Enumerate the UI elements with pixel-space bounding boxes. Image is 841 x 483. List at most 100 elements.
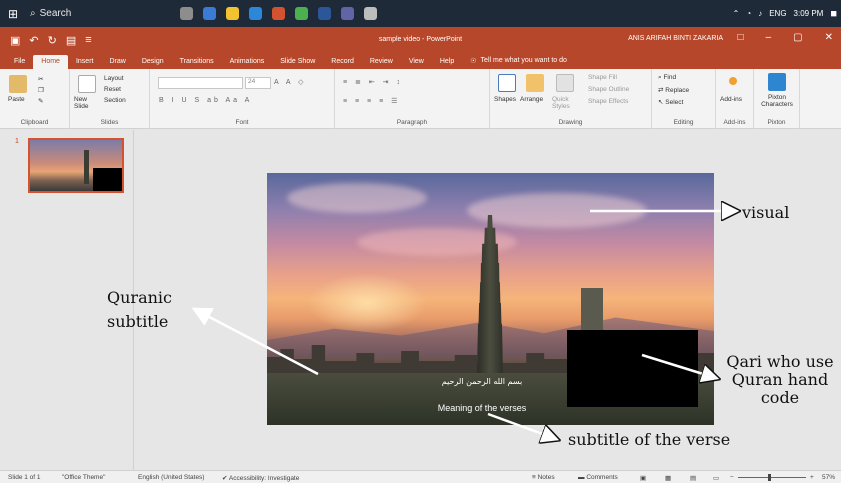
annotation-quranic-line2: subtitle (107, 312, 169, 331)
quick-styles-button[interactable]: Quick Styles (552, 96, 578, 110)
select-button[interactable]: ↖ Select (658, 98, 683, 106)
windows-start-icon[interactable]: ⊞ (0, 0, 26, 27)
arrange-icon[interactable] (526, 74, 544, 92)
tab-help[interactable]: Help (432, 58, 462, 69)
powerpoint-taskbar-icon[interactable] (272, 7, 285, 20)
group-addins: Add-ins Add-ins (716, 69, 754, 129)
bullets-tools[interactable]: ≡ ≣ ⇤ ⇥ ↕ (343, 78, 403, 86)
slideshow-view-icon[interactable]: ▭ (713, 474, 719, 482)
store-icon[interactable] (249, 7, 262, 20)
tray-clock[interactable]: 3:09 PM (794, 9, 824, 18)
verse-meaning-subtitle[interactable]: Meaning of the verses (372, 403, 592, 413)
group-paragraph: ≡ ≣ ⇤ ⇥ ↕ ≡ ≡ ≡ ≡ ☰ Paragraph (335, 69, 490, 129)
reading-view-icon[interactable]: ▤ (690, 474, 696, 482)
save-icon[interactable]: ▣ (10, 34, 20, 47)
addins-button[interactable]: Add-ins (720, 96, 742, 103)
arrange-button[interactable]: Arrange (520, 96, 543, 103)
new-slide-icon[interactable] (78, 75, 96, 93)
copy-icon[interactable]: ❐ (38, 86, 44, 94)
tab-animations[interactable]: Animations (222, 58, 273, 69)
notes-button[interactable]: ≡ Notes (532, 474, 555, 481)
customize-qat-icon[interactable]: ≡ (85, 34, 91, 47)
word-taskbar-icon[interactable] (318, 7, 331, 20)
replace-button[interactable]: ⇄ Replace (658, 86, 689, 94)
font-style-tools[interactable]: B I U S ab Aa A (159, 97, 252, 104)
format-painter-icon[interactable]: ✎ (38, 97, 43, 105)
tell-me-search[interactable]: ☉ Tell me what you want to do (462, 57, 575, 69)
tab-record[interactable]: Record (323, 58, 362, 69)
shapes-button[interactable]: Shapes (494, 96, 516, 103)
taskbar-search[interactable]: ⌕ Search (26, 0, 146, 27)
tab-home[interactable]: Home (33, 55, 68, 69)
shape-outline-button[interactable]: Shape Outline (588, 86, 629, 93)
chevron-up-icon[interactable]: ⌃ (733, 9, 740, 18)
user-name[interactable]: ANIS ARIFAH BINTI ZAKARIA (628, 35, 723, 42)
minimize-icon[interactable]: – (766, 32, 772, 43)
layout-button[interactable]: Layout (104, 75, 124, 82)
teams-icon[interactable] (341, 7, 354, 20)
qari-video-box[interactable] (567, 330, 698, 407)
slide-canvas[interactable]: بسم الله الرحمن الرحيم Meaning of the ve… (267, 173, 714, 425)
tab-review[interactable]: Review (362, 58, 401, 69)
quick-styles-icon[interactable] (556, 74, 574, 92)
tab-insert[interactable]: Insert (68, 58, 102, 69)
present-icon[interactable]: ▤ (66, 34, 76, 47)
edge-icon[interactable] (203, 7, 216, 20)
font-grow-shrink-tools[interactable]: A A ◇ (274, 78, 306, 86)
slide-thumbnail[interactable] (28, 138, 124, 193)
paste-button[interactable]: Paste (8, 96, 25, 103)
shapes-icon[interactable] (498, 74, 516, 92)
network-icon[interactable]: ◔ (746, 9, 751, 18)
tray-language[interactable]: ENG (769, 9, 786, 18)
zoom-slider[interactable] (738, 477, 806, 478)
tab-transitions[interactable]: Transitions (172, 58, 222, 69)
maximize-icon[interactable]: ▢ (793, 32, 802, 43)
normal-view-icon[interactable]: ▣ (640, 474, 646, 482)
app-icon[interactable] (364, 7, 377, 20)
slide-sorter-icon[interactable]: ▦ (665, 474, 671, 482)
addins-group-label: Add-ins (723, 119, 746, 126)
tab-design[interactable]: Design (134, 58, 172, 69)
task-view-icon[interactable] (180, 7, 193, 20)
font-name-box[interactable] (158, 77, 243, 89)
shape-effects-button[interactable]: Shape Effects (588, 98, 628, 105)
alignment-tools[interactable]: ≡ ≡ ≡ ≡ ☰ (343, 97, 400, 105)
close-icon[interactable]: ✕ (825, 32, 833, 43)
tab-draw[interactable]: Draw (101, 58, 133, 69)
zoom-out-icon[interactable]: − (730, 474, 734, 481)
comments-button[interactable]: ▬ Comments (578, 474, 618, 481)
comments-label: Comments (586, 474, 618, 481)
cut-icon[interactable]: ✂ (38, 75, 43, 83)
shape-fill-button[interactable]: Shape Fill (588, 74, 617, 81)
new-slide-button[interactable]: New Slide (74, 96, 100, 110)
tab-slide-show[interactable]: Slide Show (272, 58, 323, 69)
undo-icon[interactable]: ↶ (29, 34, 38, 47)
zoom-in-icon[interactable]: + (810, 474, 814, 481)
pixton-characters-button[interactable]: Pixton Characters (758, 94, 796, 108)
addins-icon[interactable] (729, 77, 737, 85)
tab-view[interactable]: View (401, 58, 432, 69)
redo-icon[interactable]: ↻ (48, 34, 57, 47)
zoom-level[interactable]: 57% (822, 474, 835, 481)
taskbar-search-label: Search (39, 8, 72, 19)
font-size-box[interactable]: 24 (245, 77, 271, 89)
paste-icon[interactable] (9, 75, 27, 93)
tab-file[interactable]: File (6, 58, 33, 69)
select-label: Select (665, 99, 684, 106)
search-icon: ⌕ (30, 8, 36, 19)
accessibility-status[interactable]: ✔ Accessibility: Investigate (222, 474, 299, 482)
notification-icon[interactable]: ■ (830, 8, 837, 20)
quranic-subtitle[interactable]: بسم الله الرحمن الرحيم (372, 377, 592, 386)
reset-button[interactable]: Reset (104, 86, 121, 93)
chrome-icon[interactable] (295, 7, 308, 20)
annotation-verse-subtitle: subtitle of the verse (568, 430, 731, 449)
volume-icon[interactable]: ♪ (758, 9, 762, 18)
zoom-slider-handle[interactable] (768, 474, 771, 481)
language-indicator[interactable]: English (United States) (138, 474, 204, 481)
file-explorer-icon[interactable] (226, 7, 239, 20)
find-button[interactable]: ⌕ Find (658, 74, 676, 82)
section-button[interactable]: Section (104, 97, 126, 104)
pixton-icon[interactable] (768, 73, 786, 91)
ribbon-display-icon[interactable]: □ (738, 32, 744, 43)
notes-label: Notes (537, 474, 555, 481)
